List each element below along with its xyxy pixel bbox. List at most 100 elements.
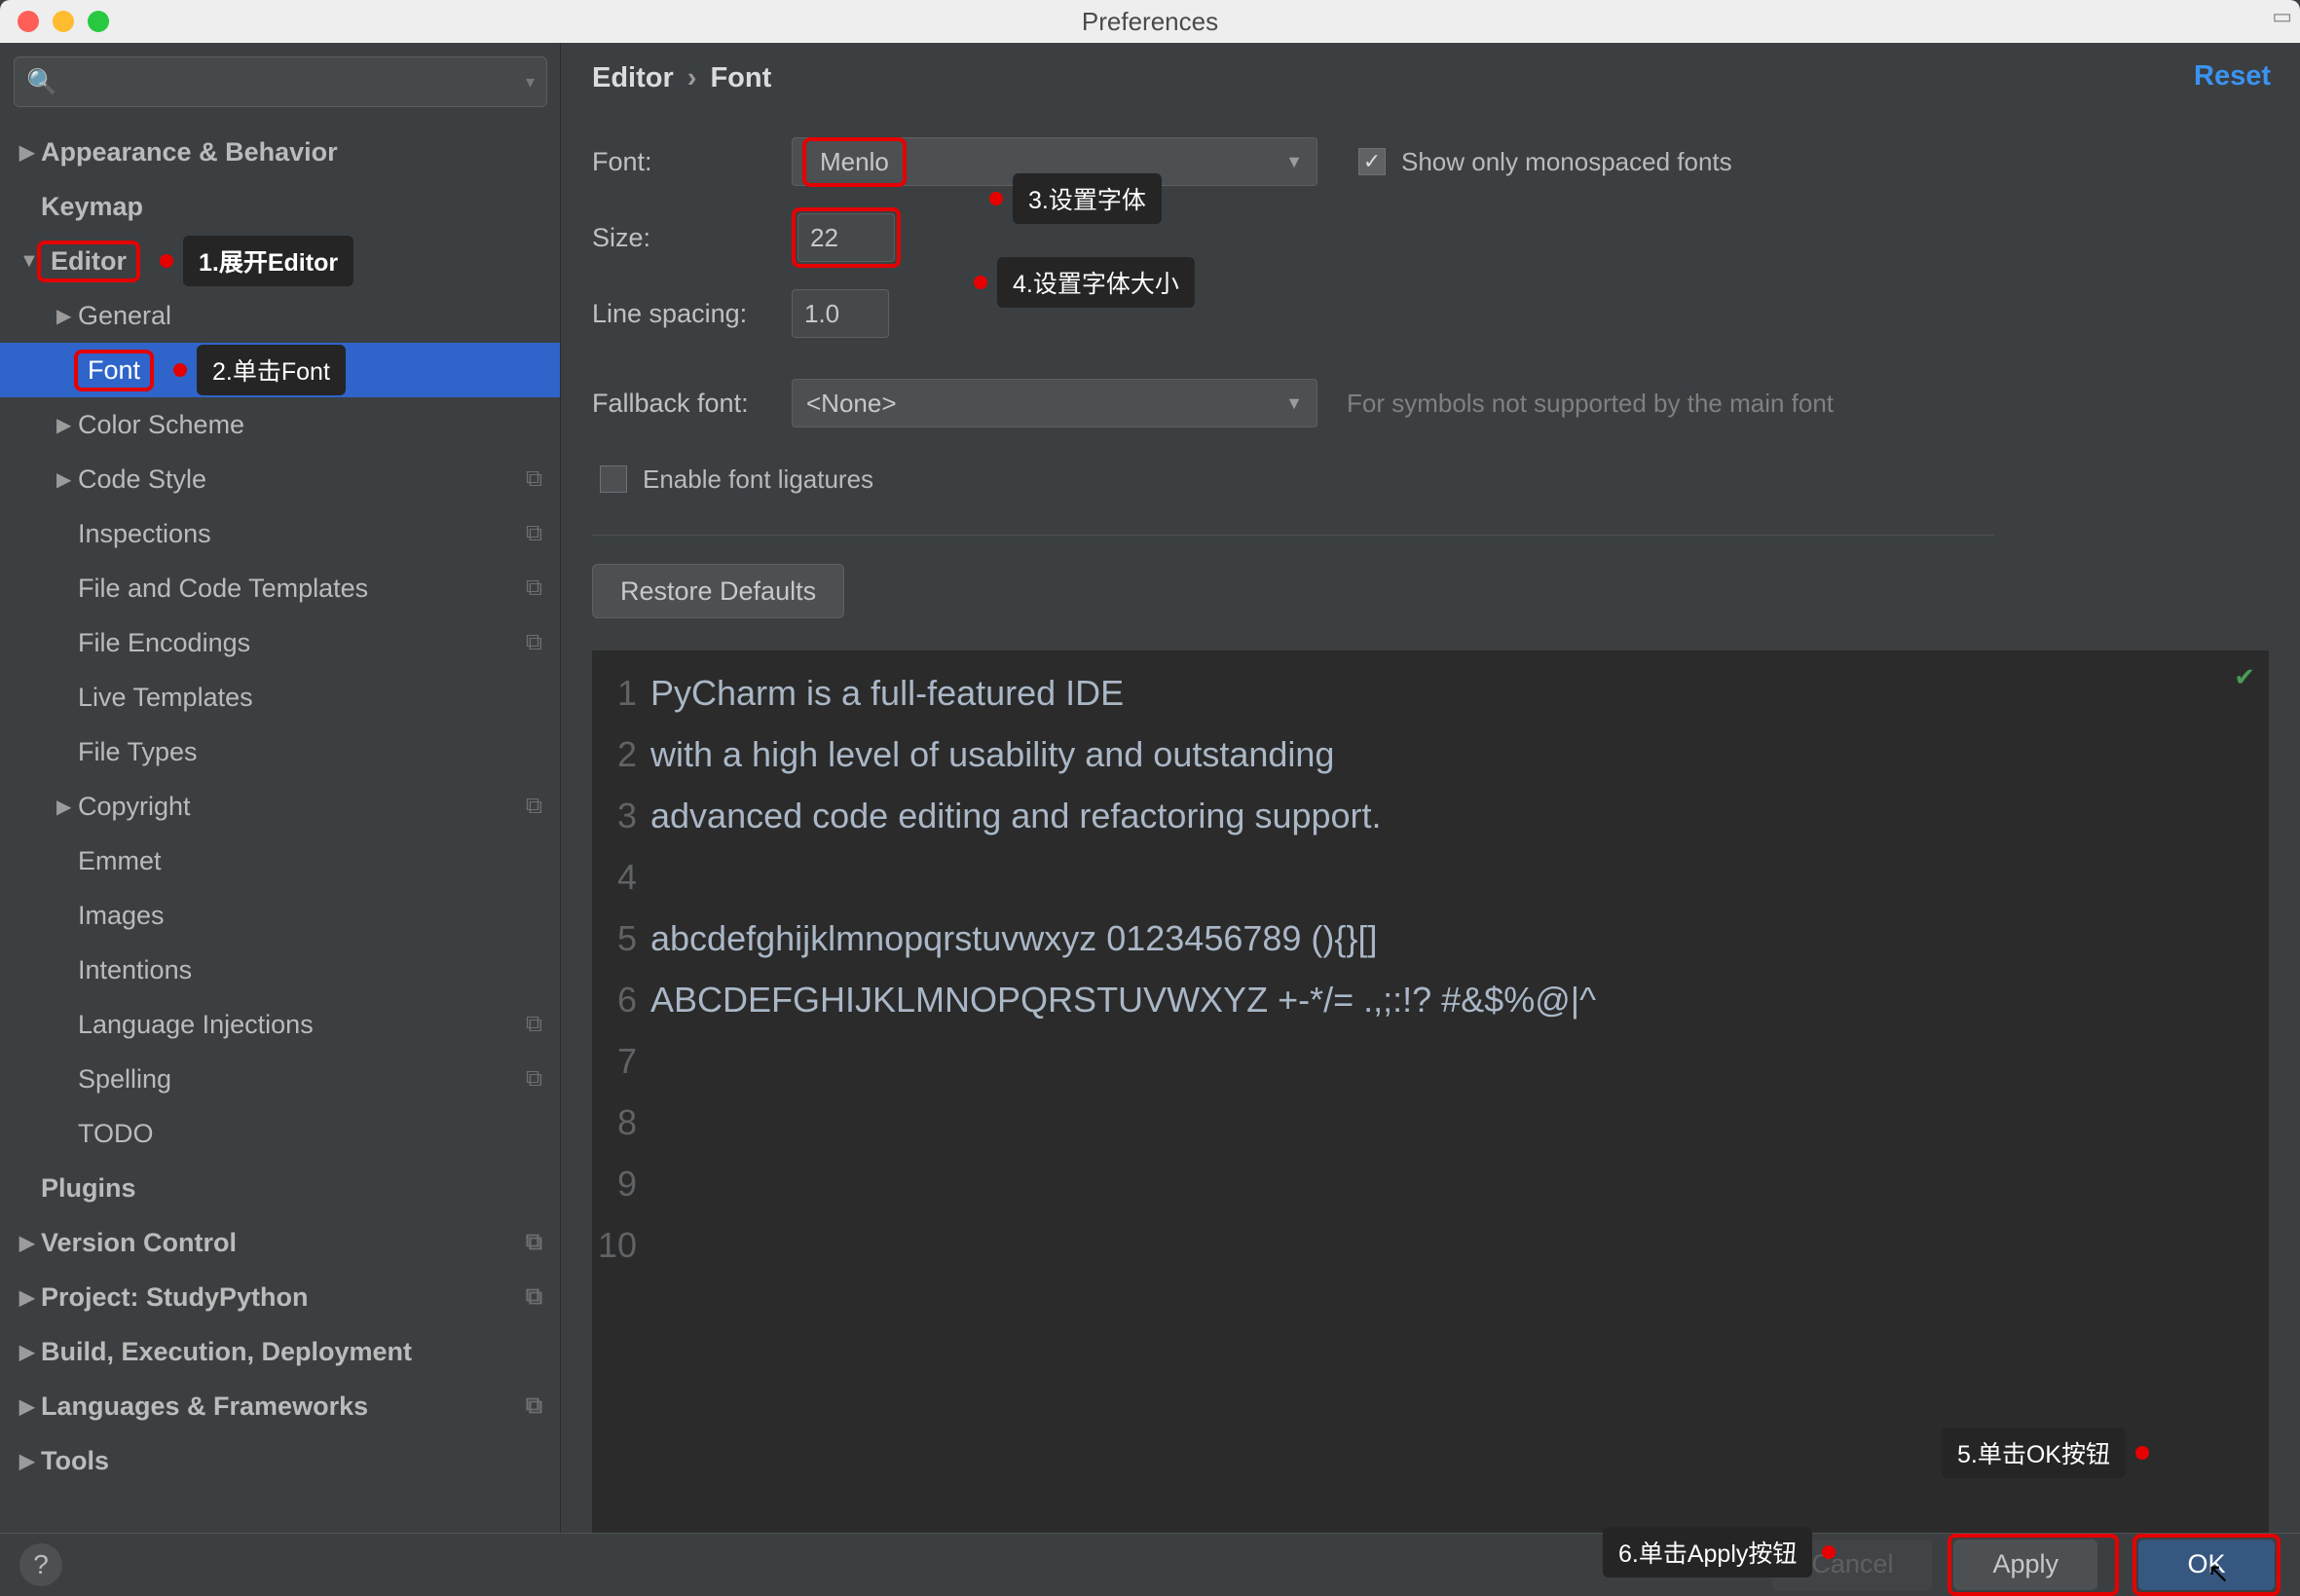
sidebar-item-images[interactable]: Images: [0, 888, 560, 943]
separator: [592, 535, 1994, 536]
sidebar-item-appearance-behavior[interactable]: ▶Appearance & Behavior: [0, 125, 560, 179]
sidebar-item-font[interactable]: Font 2.单击Font: [0, 343, 560, 397]
sidebar-item-general[interactable]: ▶General: [0, 288, 560, 343]
sidebar-item-label: Appearance & Behavior: [41, 137, 338, 167]
scope-icon: ⧉: [526, 1065, 542, 1093]
sidebar-item-code-style[interactable]: ▶Code Style ⧉: [0, 452, 560, 506]
minimize-icon[interactable]: [53, 11, 74, 32]
size-input[interactable]: [798, 213, 895, 262]
sidebar-item-copyright[interactable]: ▶Copyright⧉: [0, 779, 560, 834]
sidebar-item-label: Live Templates: [78, 683, 253, 713]
breadcrumb-root[interactable]: Editor: [592, 62, 674, 94]
fallback-label: Fallback font:: [592, 389, 792, 419]
sidebar-item-label: Images: [78, 901, 165, 931]
sidebar-item-build-execution-deployment[interactable]: ▶Build, Execution, Deployment: [0, 1324, 560, 1379]
sidebar-item-spelling[interactable]: Spelling ⧉: [0, 1052, 560, 1106]
chevron-right-icon: ▶: [56, 413, 78, 437]
sidebar-item-version-control[interactable]: ▶Version Control⧉: [0, 1215, 560, 1270]
sidebar-item-label: Color Scheme: [78, 410, 244, 440]
sidebar-item-label: Tools: [41, 1446, 109, 1476]
sidebar-item-label: Inspections: [78, 519, 211, 549]
sidebar-item-color-scheme[interactable]: ▶Color Scheme: [0, 397, 560, 452]
scope-icon: ⧉: [526, 465, 542, 493]
window-menu-icon[interactable]: ▭: [2272, 4, 2292, 29]
preferences-tree[interactable]: ▶Appearance & BehaviorKeymap▼Editor1.展开E…: [0, 121, 560, 1533]
close-icon[interactable]: [18, 11, 39, 32]
font-preview: 12345678910 PyCharm is a full-featured I…: [592, 650, 2269, 1533]
callout-label: 2.单击Font: [197, 345, 346, 395]
callout-3: 3.设置字体: [980, 173, 1162, 224]
scope-icon: ⧉: [526, 575, 542, 602]
sidebar-item-project-studypython[interactable]: ▶Project: StudyPython⧉: [0, 1270, 560, 1324]
chevron-right-icon: ▶: [19, 1340, 41, 1364]
sidebar-item-emmet[interactable]: Emmet: [0, 834, 560, 888]
apply-button[interactable]: Apply: [1953, 1540, 2097, 1590]
sidebar-item-tools[interactable]: ▶Tools: [0, 1433, 560, 1488]
mono-only-checkbox[interactable]: ✓: [1358, 148, 1386, 175]
reset-button[interactable]: Reset: [2194, 60, 2271, 93]
mono-only-label: Show only monospaced fonts: [1401, 147, 1732, 177]
sidebar-item-label: Languages & Frameworks: [41, 1392, 368, 1422]
sidebar-item-label: Project: StudyPython: [41, 1282, 309, 1313]
sidebar-item-plugins[interactable]: Plugins: [0, 1161, 560, 1215]
check-icon: ✔: [2234, 662, 2255, 692]
sidebar-item-intentions[interactable]: Intentions: [0, 943, 560, 997]
search-icon: 🔍: [26, 67, 57, 97]
scope-icon: ⧉: [526, 1229, 542, 1256]
sidebar-item-language-injections[interactable]: Language Injections ⧉: [0, 997, 560, 1052]
font-label: Font:: [592, 147, 792, 177]
sidebar-item-label: Editor: [51, 246, 127, 276]
dot-icon: [173, 363, 187, 377]
sidebar-item-label: Font: [88, 355, 140, 385]
callout-5: 5.单击OK按钮: [1942, 1428, 2159, 1478]
callout-6: 6.单击Apply按钮: [1603, 1527, 1845, 1577]
sidebar-item-keymap[interactable]: Keymap: [0, 179, 560, 234]
sidebar-item-todo[interactable]: TODO: [0, 1106, 560, 1161]
sidebar-item-label: Code Style: [78, 464, 206, 495]
fallback-hint: For symbols not supported by the main fo…: [1347, 389, 1834, 419]
window-title: Preferences: [1082, 7, 1218, 37]
sidebar-item-live-templates[interactable]: Live Templates: [0, 670, 560, 724]
chevron-right-icon: ▶: [56, 467, 78, 492]
sidebar-item-file-and-code-templates[interactable]: File and Code Templates ⧉: [0, 561, 560, 615]
titlebar: Preferences ▭: [0, 0, 2300, 43]
restore-defaults-button[interactable]: Restore Defaults: [592, 564, 844, 618]
gutter: 12345678910: [592, 650, 650, 1533]
ligatures-label: Enable font ligatures: [643, 464, 873, 495]
search-input[interactable]: 🔍 ▾: [14, 56, 547, 107]
sidebar-item-label: Language Injections: [78, 1010, 314, 1040]
sidebar-item-label: File Types: [78, 737, 198, 767]
chevron-down-icon: ▼: [1285, 393, 1303, 414]
scope-icon: ⧉: [526, 1283, 542, 1311]
chevron-down-icon: ▼: [1285, 152, 1303, 172]
footer: ? Cancel Apply OK ↖: [0, 1533, 2300, 1595]
sidebar-item-inspections[interactable]: Inspections⧉: [0, 506, 560, 561]
line-spacing-label: Line spacing:: [592, 299, 792, 329]
chevron-right-icon: ▶: [19, 1394, 41, 1419]
ligatures-checkbox[interactable]: [600, 465, 627, 493]
sidebar-item-editor[interactable]: ▼Editor1.展开Editor: [0, 234, 560, 288]
sidebar-item-label: File Encodings: [78, 628, 250, 658]
sidebar-item-languages-frameworks[interactable]: ▶Languages & Frameworks⧉: [0, 1379, 560, 1433]
sidebar-item-label: Intentions: [78, 955, 192, 985]
fallback-select[interactable]: <None> ▼: [792, 379, 1317, 427]
callout-label: 1.展开Editor: [183, 236, 353, 286]
line-spacing-input[interactable]: [792, 289, 889, 338]
sidebar-item-label: General: [78, 301, 171, 331]
chevron-down-icon: ▾: [526, 72, 535, 93]
sidebar-item-label: File and Code Templates: [78, 574, 368, 604]
maximize-icon[interactable]: [88, 11, 109, 32]
help-button[interactable]: ?: [19, 1543, 62, 1586]
sidebar-item-label: TODO: [78, 1119, 154, 1149]
sidebar-item-label: Copyright: [78, 792, 191, 822]
dot-icon: [160, 254, 173, 268]
chevron-right-icon: ▶: [19, 1231, 41, 1255]
sidebar-item-file-encodings[interactable]: File Encodings⧉: [0, 615, 560, 670]
traffic-lights: [0, 11, 109, 32]
chevron-right-icon: ▶: [19, 1449, 41, 1473]
cursor-icon: ↖: [2207, 1557, 2230, 1589]
breadcrumb: Editor › Font: [592, 62, 2269, 94]
sidebar-item-file-types[interactable]: File Types: [0, 724, 560, 779]
scope-icon: ⧉: [526, 1011, 542, 1038]
sidebar-item-label: Spelling: [78, 1064, 171, 1095]
